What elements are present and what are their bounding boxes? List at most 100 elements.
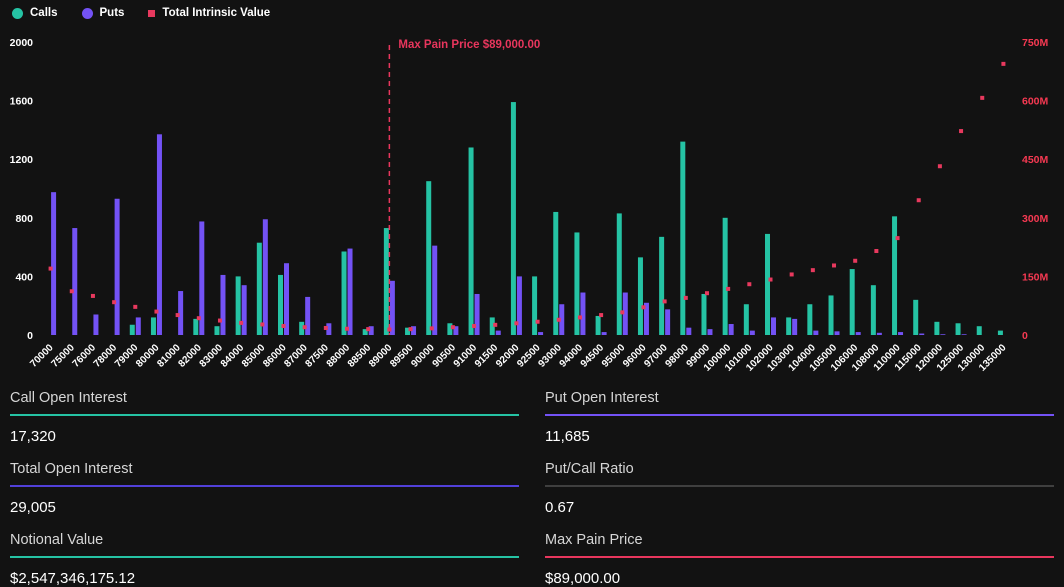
intrinsic-dot[interactable] bbox=[70, 289, 74, 293]
call-bar[interactable] bbox=[701, 294, 706, 335]
intrinsic-dot[interactable] bbox=[684, 296, 688, 300]
legend-item-puts[interactable]: Puts bbox=[82, 7, 125, 19]
put-bar[interactable] bbox=[348, 249, 353, 335]
intrinsic-dot[interactable] bbox=[91, 294, 95, 298]
put-bar[interactable] bbox=[305, 297, 310, 335]
intrinsic-dot[interactable] bbox=[366, 327, 370, 331]
intrinsic-dot[interactable] bbox=[811, 268, 815, 272]
put-bar[interactable] bbox=[136, 317, 141, 335]
call-bar[interactable] bbox=[596, 316, 601, 335]
call-bar[interactable] bbox=[850, 269, 855, 335]
put-bar[interactable] bbox=[919, 334, 924, 335]
intrinsic-dot[interactable] bbox=[980, 96, 984, 100]
call-bar[interactable] bbox=[574, 232, 579, 335]
put-bar[interactable] bbox=[538, 332, 543, 335]
intrinsic-dot[interactable] bbox=[282, 324, 286, 328]
call-bar[interactable] bbox=[723, 218, 728, 335]
put-bar[interactable] bbox=[51, 192, 56, 335]
intrinsic-dot[interactable] bbox=[536, 320, 540, 324]
intrinsic-dot[interactable] bbox=[769, 278, 773, 282]
call-bar[interactable] bbox=[511, 102, 516, 335]
call-bar[interactable] bbox=[680, 142, 685, 335]
call-bar[interactable] bbox=[659, 237, 664, 335]
intrinsic-dot[interactable] bbox=[218, 319, 222, 323]
put-bar[interactable] bbox=[898, 332, 903, 335]
call-bar[interactable] bbox=[553, 212, 558, 335]
call-bar[interactable] bbox=[956, 323, 961, 335]
put-bar[interactable] bbox=[432, 246, 437, 335]
put-bar[interactable] bbox=[220, 275, 225, 335]
put-bar[interactable] bbox=[729, 324, 734, 335]
put-bar[interactable] bbox=[157, 134, 162, 335]
intrinsic-dot[interactable] bbox=[663, 299, 667, 303]
intrinsic-dot[interactable] bbox=[430, 326, 434, 330]
put-bar[interactable] bbox=[750, 331, 755, 335]
put-bar[interactable] bbox=[602, 332, 607, 335]
intrinsic-dot[interactable] bbox=[49, 267, 53, 271]
intrinsic-dot[interactable] bbox=[790, 272, 794, 276]
intrinsic-dot[interactable] bbox=[239, 321, 243, 325]
intrinsic-dot[interactable] bbox=[705, 291, 709, 295]
intrinsic-dot[interactable] bbox=[260, 322, 264, 326]
call-bar[interactable] bbox=[617, 213, 622, 335]
put-bar[interactable] bbox=[263, 219, 268, 335]
intrinsic-dot[interactable] bbox=[557, 318, 561, 322]
intrinsic-dot[interactable] bbox=[345, 327, 349, 331]
put-bar[interactable] bbox=[813, 331, 818, 335]
call-bar[interactable] bbox=[130, 325, 135, 335]
put-bar[interactable] bbox=[771, 317, 776, 335]
intrinsic-dot[interactable] bbox=[578, 315, 582, 319]
intrinsic-dot[interactable] bbox=[959, 129, 963, 133]
put-bar[interactable] bbox=[940, 334, 945, 335]
put-bar[interactable] bbox=[93, 314, 98, 335]
intrinsic-dot[interactable] bbox=[853, 259, 857, 263]
intrinsic-dot[interactable] bbox=[1001, 62, 1005, 66]
intrinsic-dot[interactable] bbox=[620, 310, 624, 314]
intrinsic-dot[interactable] bbox=[917, 198, 921, 202]
put-bar[interactable] bbox=[72, 228, 77, 335]
intrinsic-dot[interactable] bbox=[832, 263, 836, 267]
put-bar[interactable] bbox=[475, 294, 480, 335]
call-bar[interactable] bbox=[236, 276, 241, 335]
call-bar[interactable] bbox=[765, 234, 770, 335]
call-bar[interactable] bbox=[892, 216, 897, 335]
call-bar[interactable] bbox=[786, 317, 791, 335]
intrinsic-dot[interactable] bbox=[303, 325, 307, 329]
call-bar[interactable] bbox=[744, 304, 749, 335]
intrinsic-dot[interactable] bbox=[133, 305, 137, 309]
call-bar[interactable] bbox=[638, 257, 643, 335]
call-bar[interactable] bbox=[807, 304, 812, 335]
intrinsic-dot[interactable] bbox=[324, 326, 328, 330]
call-bar[interactable] bbox=[998, 331, 1003, 335]
call-bar[interactable] bbox=[342, 251, 347, 335]
put-bar[interactable] bbox=[580, 293, 585, 335]
intrinsic-dot[interactable] bbox=[112, 300, 116, 304]
put-bar[interactable] bbox=[390, 281, 395, 335]
put-bar[interactable] bbox=[962, 334, 967, 335]
put-bar[interactable] bbox=[242, 285, 247, 335]
intrinsic-dot[interactable] bbox=[726, 287, 730, 291]
call-bar[interactable] bbox=[469, 147, 474, 335]
put-bar[interactable] bbox=[665, 309, 670, 335]
put-bar[interactable] bbox=[707, 329, 712, 335]
intrinsic-dot[interactable] bbox=[599, 313, 603, 317]
intrinsic-dot[interactable] bbox=[896, 236, 900, 240]
call-bar[interactable] bbox=[977, 326, 982, 335]
intrinsic-dot[interactable] bbox=[451, 325, 455, 329]
intrinsic-dot[interactable] bbox=[472, 324, 476, 328]
put-bar[interactable] bbox=[835, 331, 840, 335]
call-bar[interactable] bbox=[151, 317, 156, 335]
put-bar[interactable] bbox=[178, 291, 183, 335]
call-bar[interactable] bbox=[532, 276, 537, 335]
intrinsic-dot[interactable] bbox=[154, 310, 158, 314]
put-bar[interactable] bbox=[517, 276, 522, 335]
call-bar[interactable] bbox=[934, 322, 939, 335]
intrinsic-dot[interactable] bbox=[197, 316, 201, 320]
intrinsic-dot[interactable] bbox=[747, 282, 751, 286]
put-bar[interactable] bbox=[792, 319, 797, 335]
intrinsic-dot[interactable] bbox=[514, 321, 518, 325]
put-bar[interactable] bbox=[877, 333, 882, 335]
put-bar[interactable] bbox=[856, 332, 861, 335]
intrinsic-dot[interactable] bbox=[409, 327, 413, 331]
put-bar[interactable] bbox=[115, 199, 120, 335]
